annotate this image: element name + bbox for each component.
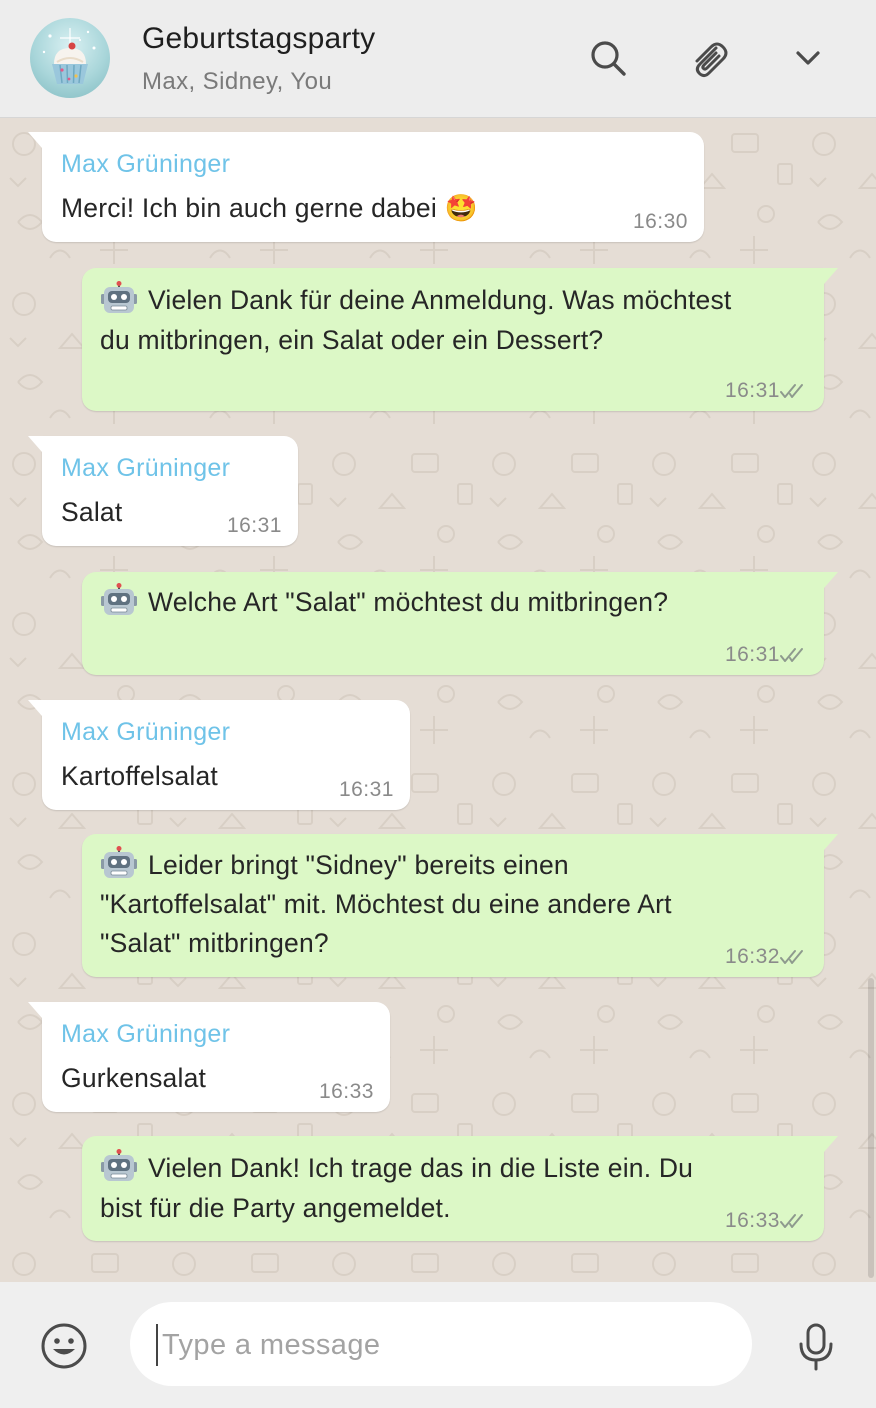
message-incoming[interactable]: Max Grüninger Merci! Ich bin auch gerne … [28, 132, 704, 242]
robot-icon [101, 1149, 137, 1181]
bubble-tail [28, 1002, 42, 1018]
message-outgoing[interactable]: Leider bringt "Sidney" bereits einen "Kar… [82, 834, 838, 977]
sender-name[interactable]: Max Grüninger [61, 454, 230, 483]
robot-icon [101, 583, 137, 615]
chevron-down-icon [796, 51, 820, 65]
message-time: 16:31 [338, 778, 394, 801]
search-button[interactable] [586, 36, 630, 80]
message-line: bist für die Party angemeldet. [100, 1193, 451, 1223]
bubble-tail [824, 268, 838, 284]
message-outgoing[interactable]: Vielen Dank für deine Anmeldung. Was möc… [82, 268, 838, 411]
message-list[interactable]: Max Grüninger Merci! Ich bin auch gerne … [0, 118, 876, 1282]
search-icon [591, 41, 626, 76]
cupcake-icon [42, 28, 96, 84]
chat-title[interactable]: Geburtstagsparty [142, 22, 375, 56]
bubble-tail [824, 572, 838, 588]
double-check-icon [780, 1214, 803, 1228]
paperclip-icon [695, 42, 728, 78]
group-avatar[interactable] [30, 18, 110, 98]
chat-header: Geburtstagsparty Max, Sidney, You [0, 0, 876, 118]
bubble-tail [824, 834, 838, 850]
sender-name[interactable]: Max Grüninger [61, 1020, 230, 1049]
message-time: 16:33 [318, 1080, 374, 1103]
message-input-container[interactable] [130, 1302, 752, 1386]
message-text: Gurkensalat [61, 1063, 207, 1093]
message-incoming[interactable]: Max Grüninger Salat 16:31 [28, 436, 298, 546]
bubble-tail [824, 1136, 838, 1152]
robot-icon [101, 846, 137, 878]
message-text: Welche Art "Salat" möchtest du mitbringe… [100, 582, 806, 622]
message-text: Salat [61, 497, 123, 527]
message-time: 16:31 [724, 379, 780, 402]
message-time: 16:31 [226, 514, 282, 537]
message-text: Vielen Dank! Ich trage das in die Liste … [100, 1148, 806, 1228]
bubble-tail [28, 132, 42, 148]
scrollbar[interactable] [868, 978, 874, 1278]
message-line: Vielen Dank für deine Anmeldung. Was möc… [148, 285, 732, 315]
message-line: "Salat" mitbringen? [100, 928, 329, 958]
message-outgoing[interactable]: Welche Art "Salat" möchtest du mitbringe… [82, 572, 838, 675]
robot-icon [101, 281, 137, 313]
sender-name[interactable]: Max Grüninger [61, 718, 230, 747]
sender-name[interactable]: Max Grüninger [61, 150, 230, 179]
message-text: Merci! Ich bin auch gerne dabei 🤩 [61, 193, 478, 223]
emoji-button[interactable] [40, 1322, 88, 1370]
message-line: du mitbringen, ein Salat oder ein Desser… [100, 325, 604, 355]
message-time: 16:33 [724, 1209, 780, 1232]
message-input[interactable] [156, 1324, 724, 1366]
chat-participants: Max, Sidney, You [142, 68, 333, 95]
message-incoming[interactable]: Max Grüninger Gurkensalat 16:33 [28, 1002, 390, 1112]
message-text: Kartoffelsalat [61, 761, 218, 791]
message-line: Welche Art "Salat" möchtest du mitbringe… [148, 587, 669, 617]
double-check-icon [780, 384, 803, 398]
menu-button[interactable] [786, 36, 830, 80]
double-check-icon [780, 648, 803, 662]
message-line: Vielen Dank! Ich trage das in die Liste … [148, 1153, 694, 1183]
double-check-icon [780, 950, 803, 964]
message-time: 16:32 [724, 945, 780, 968]
message-line: Leider bringt "Sidney" bereits einen [148, 850, 569, 880]
bubble-tail [28, 436, 42, 452]
composer [0, 1282, 876, 1408]
attach-button[interactable] [686, 36, 730, 80]
microphone-button[interactable] [796, 1322, 836, 1372]
message-time: 16:30 [632, 210, 688, 233]
message-outgoing[interactable]: Vielen Dank! Ich trage das in die Liste … [82, 1136, 838, 1241]
message-line: "Kartoffelsalat" mit. Möchtest du eine a… [100, 889, 672, 919]
emoji-icon [41, 1323, 87, 1369]
message-time: 16:31 [724, 643, 780, 666]
bubble-tail [28, 700, 42, 716]
message-text: Leider bringt "Sidney" bereits einen "Kar… [100, 846, 806, 963]
microphone-icon [799, 1323, 833, 1371]
message-text: Vielen Dank für deine Anmeldung. Was möc… [100, 280, 806, 360]
message-incoming[interactable]: Max Grüninger Kartoffelsalat 16:31 [28, 700, 410, 810]
